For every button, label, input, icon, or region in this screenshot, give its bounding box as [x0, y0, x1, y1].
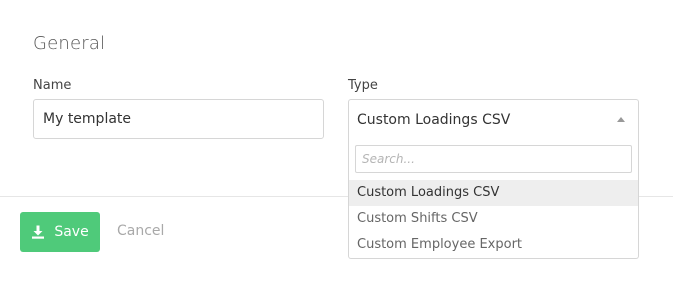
type-select[interactable]: Custom Loadings CSV [348, 99, 639, 139]
download-icon [31, 225, 45, 239]
save-button[interactable]: Save [20, 212, 100, 252]
name-label: Name [33, 78, 72, 93]
save-label: Save [54, 224, 89, 240]
type-label: Type [348, 78, 378, 93]
dropdown-options: Custom Loadings CSV Custom Shifts CSV Cu… [349, 180, 638, 258]
dropdown-option[interactable]: Custom Shifts CSV [349, 206, 638, 232]
caret-up-icon [617, 117, 625, 122]
type-dropdown: Custom Loadings CSV Custom Shifts CSV Cu… [348, 139, 639, 259]
dropdown-option[interactable]: Custom Loadings CSV [349, 180, 638, 206]
cancel-link[interactable]: Cancel [117, 223, 164, 239]
type-select-value: Custom Loadings CSV [357, 111, 511, 128]
name-input[interactable] [33, 99, 324, 139]
dropdown-search-input[interactable] [355, 145, 632, 173]
dropdown-option[interactable]: Custom Employee Export [349, 232, 638, 258]
section-title: General [33, 33, 106, 54]
